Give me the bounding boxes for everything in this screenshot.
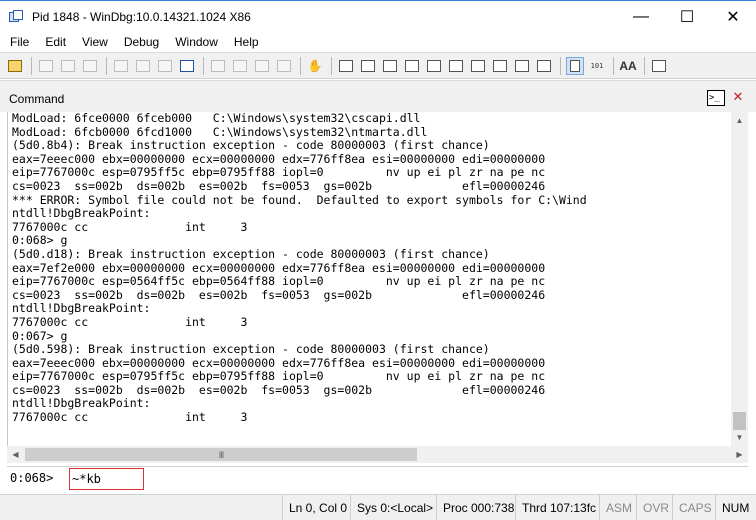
output-line: 0:068> g [12,233,68,248]
output-line: 7767000c cc int 3 [12,219,248,234]
menu-help[interactable]: Help [225,35,266,49]
toolbar-separator [331,56,332,75]
memory-window-icon[interactable] [425,57,443,75]
output-line: cs=0023 ss=002b ds=002b es=002b fs=0053 … [12,178,546,193]
output-line: ModLoad: 6fcb0000 6fcd1000 C:\Windows\sy… [12,124,428,139]
output-line: eip=7767000c esp=0564ff5c ebp=0564ff88 i… [12,274,546,289]
status-proc: Proc 000:738 [436,495,515,520]
command-input-row: 0:068> [7,466,748,490]
status-bar: Ln 0, Col 0 Sys 0:<Local> Proc 000:738 T… [0,494,756,520]
status-asm: ASM [599,495,636,520]
run-to-cursor-icon[interactable] [275,57,293,75]
options-icon[interactable] [650,57,668,75]
toolbar-separator [644,56,645,75]
step-out-icon[interactable] [253,57,271,75]
title-bar: Pid 1848 - WinDbg:10.0.14321.1024 X86 — … [0,0,756,32]
font-icon[interactable]: AA [619,57,637,75]
hex-mode-icon[interactable]: 101 [588,57,606,75]
status-sys: Sys 0:<Local> [350,495,436,520]
cut-icon[interactable] [37,57,55,75]
stop-icon[interactable] [156,57,174,75]
locals-window-icon[interactable] [381,57,399,75]
command-prompt-icon[interactable]: >_ [707,90,725,106]
toolbar-separator [613,56,614,75]
menu-edit[interactable]: Edit [36,35,73,49]
toolbar: ✋ 101 AA [0,52,756,79]
restart-icon[interactable] [134,57,152,75]
menu-view[interactable]: View [73,35,115,49]
output-line: (5d0.598): Break instruction exception -… [12,342,490,357]
vertical-scrollbar[interactable]: ▲ ▼ [731,112,748,446]
copy-icon[interactable] [59,57,77,75]
output-line: 7767000c cc int 3 [12,314,248,329]
output-line: (5d0.8b4): Break instruction exception -… [12,138,490,153]
close-button[interactable]: ✕ [710,1,756,32]
go-icon[interactable] [112,57,130,75]
menu-debug[interactable]: Debug [115,35,166,49]
status-thrd: Thrd 107:13fc [515,495,599,520]
output-line: eax=7eeec000 ebx=00000000 ecx=00000000 e… [12,355,546,370]
output-line: eip=7767000c esp=0795ff5c ebp=0795ff88 i… [12,165,546,180]
output-line: cs=0023 ss=002b ds=002b es=002b fs=0053 … [12,382,546,397]
break-icon[interactable] [178,57,196,75]
step-into-icon[interactable] [209,57,227,75]
watch-window-icon[interactable] [359,57,377,75]
command-output[interactable]: ModLoad: 6fce0000 6fceb000 C:\Windows\sy… [7,112,731,446]
scroll-up-icon[interactable]: ▲ [731,112,748,129]
output-line: ntdll!DbgBreakPoint: [12,301,151,316]
toolbar-separator [560,56,561,75]
toolbar-separator [300,56,301,75]
open-icon[interactable] [6,57,24,75]
toolbar-separator [106,56,107,75]
paste-icon[interactable] [81,57,99,75]
output-line: eip=7767000c esp=0795ff5c ebp=0795ff88 i… [12,369,546,384]
horizontal-scroll-thumb[interactable]: III [25,448,417,461]
command-window-icon[interactable] [337,57,355,75]
hand-icon[interactable]: ✋ [306,57,324,75]
output-line: ntdll!DbgBreakPoint: [12,396,151,411]
command-input[interactable] [69,468,144,490]
output-line: *** ERROR: Symbol file could not be foun… [12,192,587,207]
status-caps: CAPS [672,495,715,520]
command-browser-icon[interactable] [535,57,553,75]
output-line: ModLoad: 6fce0000 6fceb000 C:\Windows\sy… [12,112,421,125]
registers-window-icon[interactable] [403,57,421,75]
windbg-app-icon [8,9,24,25]
call-stack-window-icon[interactable] [447,57,465,75]
output-line: eax=7eeec000 ebx=00000000 ecx=00000000 e… [12,151,546,166]
maximize-button[interactable]: ☐ [664,1,710,32]
status-num: NUM [715,495,756,520]
command-window-title: Command [9,92,65,106]
vertical-scroll-thumb[interactable] [733,412,746,430]
output-line: ntdll!DbgBreakPoint: [12,206,151,221]
minimize-button[interactable]: — [618,1,664,32]
output-line: cs=0023 ss=002b ds=002b es=002b fs=0053 … [12,287,546,302]
menu-file[interactable]: File [0,35,36,49]
step-over-icon[interactable] [231,57,249,75]
scroll-down-icon[interactable]: ▼ [731,429,748,446]
source-mode-icon[interactable] [566,56,584,75]
output-line: eax=7ef2e000 ebx=00000000 ecx=00000000 e… [12,260,546,275]
close-command-window-icon[interactable]: ✕ [730,89,746,105]
menu-bar: File Edit View Debug Window Help [0,32,756,52]
status-ovr: OVR [636,495,672,520]
window-title: Pid 1848 - WinDbg:10.0.14321.1024 X86 [32,9,251,24]
disassembly-window-icon[interactable] [469,57,487,75]
toolbar-separator [203,56,204,75]
toolbar-separator [31,56,32,75]
processes-threads-icon[interactable] [513,57,531,75]
command-prompt: 0:068> [10,471,54,485]
command-window-header: Command >_ ✕ [0,80,756,112]
scroll-right-icon[interactable]: ▶ [731,446,748,463]
output-line: 7767000c cc int 3 [12,410,248,425]
menu-window[interactable]: Window [166,35,225,49]
grip-icon: III [218,449,224,460]
scratch-pad-icon[interactable] [491,57,509,75]
status-position: Ln 0, Col 0 [282,495,349,520]
output-line: (5d0.d18): Break instruction exception -… [12,246,490,261]
scroll-left-icon[interactable]: ◀ [7,446,24,463]
output-line: 0:067> g [12,328,68,343]
horizontal-scrollbar[interactable]: ◀ III ▶ [7,446,748,463]
window-controls: — ☐ ✕ [618,1,756,32]
